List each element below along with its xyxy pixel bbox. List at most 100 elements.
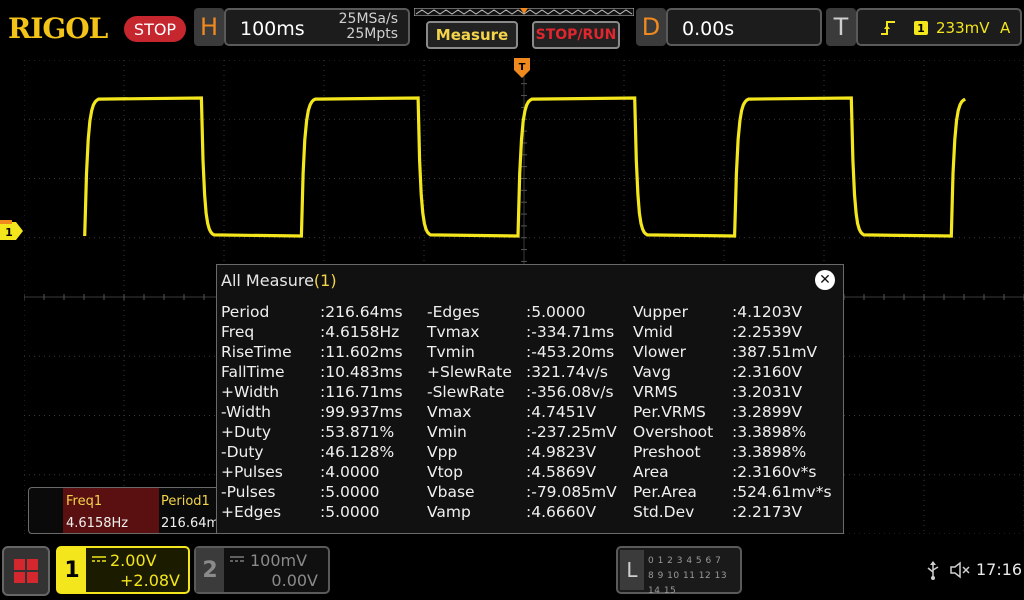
measure-label: Vupper (633, 303, 688, 321)
channel2-scale: 100mV (250, 551, 308, 570)
digital-channels-row1: 0 1 2 3 4 5 6 7 (648, 556, 722, 566)
measure-value: :2.2173V (732, 503, 803, 521)
svg-text:T: T (519, 62, 526, 73)
measure-label: Overshoot (633, 423, 714, 441)
measure-label: +Pulses (221, 463, 283, 481)
measure-label: Vamp (427, 503, 471, 521)
measure-button[interactable]: Measure (426, 21, 518, 49)
measure-value: :4.6158Hz (320, 323, 400, 341)
speaker-muted-icon[interactable] (950, 561, 972, 579)
measure-label: Vbase (427, 483, 475, 501)
measure-label: VRMS (633, 383, 678, 401)
measure-value: :3.3898% (732, 423, 807, 441)
channel2-offset: 0.00V (271, 571, 318, 590)
sample-rate: 25MSa/s (338, 11, 398, 27)
measure-value: :4.5869V (526, 463, 597, 481)
measure-value: :46.128% (320, 443, 395, 461)
digital-channels: 0 1 2 3 4 5 6 7 8 9 10 11 12 13 14 15 (648, 554, 740, 599)
dc-coupling-icon (230, 556, 244, 562)
measure-label: +SlewRate (427, 363, 512, 381)
measure-value: :116.71ms (320, 383, 403, 401)
measure-value: :-334.71ms (526, 323, 615, 341)
measure-value: :-237.25mV (526, 423, 617, 441)
measure-label: Period (221, 303, 270, 321)
measure-label: RiseTime (221, 343, 292, 361)
trigger-position-marker[interactable]: T (514, 58, 530, 78)
measure-value: :321.74v/s (526, 363, 608, 381)
logic-analyzer-panel[interactable]: L 0 1 2 3 4 5 6 7 8 9 10 11 12 13 14 15 (616, 546, 742, 596)
rising-edge-icon (881, 21, 895, 35)
stop-run-button[interactable]: STOP/RUN (532, 21, 620, 49)
measure-label: Vtop (427, 463, 464, 481)
measure-value: :524.61mv*s (732, 483, 832, 501)
measure-value: :5.0000 (320, 483, 380, 501)
usb-icon (927, 561, 939, 580)
measure-value: :3.2031V (732, 383, 803, 401)
measure-label: Per.VRMS (633, 403, 706, 421)
measure-window-channel: (1) (313, 271, 337, 290)
measure-label: Std.Dev (633, 503, 695, 521)
dc-coupling-icon (92, 556, 106, 562)
measure-label: Preshoot (633, 443, 701, 461)
measure-label: Freq (221, 323, 255, 341)
measure-label: FallTime (221, 363, 285, 381)
channel1-offset-marker[interactable]: 1 (0, 220, 24, 242)
memory-depth: 25Mpts (346, 26, 398, 42)
stat-label: Period1 (161, 494, 210, 509)
measure-value: :4.1203V (732, 303, 803, 321)
delay-panel[interactable]: 0.00s (666, 8, 822, 46)
measure-label: Area (633, 463, 669, 481)
measure-label: +Width (221, 383, 280, 401)
measure-label: Vmid (633, 323, 673, 341)
system-clock: 17:16 (976, 560, 1023, 579)
brand-logo: RIGOL (8, 12, 108, 45)
measure-value: :53.871% (320, 423, 395, 441)
trigger-menu-button[interactable]: T (826, 8, 856, 46)
measure-value: :4.9823V (526, 443, 597, 461)
measure-label: Vmin (427, 423, 467, 441)
channel1-scale: 2.00V (110, 551, 157, 570)
digital-channels-row2: 8 9 10 11 12 13 14 15 (648, 571, 728, 596)
measure-window-title-text: All Measure (221, 271, 314, 290)
trigger-mode: A (1000, 19, 1011, 37)
measure-value: :99.937ms (320, 403, 403, 421)
stat-value: 216.64ms (161, 516, 216, 531)
measure-value: :5.0000 (526, 303, 586, 321)
svg-text:1: 1 (5, 226, 13, 239)
trigger-level: 233mV (936, 19, 990, 37)
trigger-panel[interactable]: 1 233mV A (856, 8, 1022, 46)
measure-label: Vavg (633, 363, 671, 381)
measure-label: -Pulses (221, 483, 276, 501)
channel1-panel[interactable]: 1 2.00V +2.08V (56, 546, 190, 594)
measure-label: -Edges (427, 303, 480, 321)
stat-item-freq[interactable]: Freq1 4.6158Hz (63, 488, 159, 533)
measure-value: :-79.085mV (526, 483, 617, 501)
measurement-stats-bar: Freq1 4.6158Hz Period1 216.64ms (28, 487, 216, 534)
run-status-badge: STOP (124, 16, 186, 42)
acquisition-info: 25MSa/s 25Mpts (339, 12, 398, 42)
measure-label: -Width (221, 403, 271, 421)
measure-label: Vlower (633, 343, 686, 361)
main-menu-button[interactable] (2, 546, 50, 596)
trigger-source-badge: 1 (914, 21, 928, 35)
channel2-panel[interactable]: 2 100mV 0.00V (194, 546, 330, 594)
delay-menu-button[interactable]: D (636, 8, 666, 46)
stat-item-period[interactable]: Period1 216.64ms (159, 488, 216, 533)
measure-value: :3.2899V (732, 403, 803, 421)
horizontal-panel[interactable]: 100ms 25MSa/s 25Mpts (224, 8, 410, 46)
measure-value: :-356.08v/s (526, 383, 614, 401)
measure-label: -Duty (221, 443, 264, 461)
measure-value: :3.3898% (732, 443, 807, 461)
close-icon[interactable]: ✕ (815, 270, 835, 290)
channel1-number: 1 (58, 548, 86, 592)
measure-value: :-453.20ms (526, 343, 615, 361)
timebase-value: 100ms (240, 18, 305, 40)
measure-label: Vmax (427, 403, 472, 421)
logic-analyzer-letter: L (620, 550, 644, 590)
measure-value: :387.51mV (732, 343, 818, 361)
measure-label: Tvmax (427, 323, 480, 341)
measure-value: :5.0000 (320, 503, 380, 521)
grid-menu-icon (14, 559, 38, 583)
horizontal-menu-button[interactable]: H (194, 8, 224, 46)
measure-value: :11.602ms (320, 343, 403, 361)
